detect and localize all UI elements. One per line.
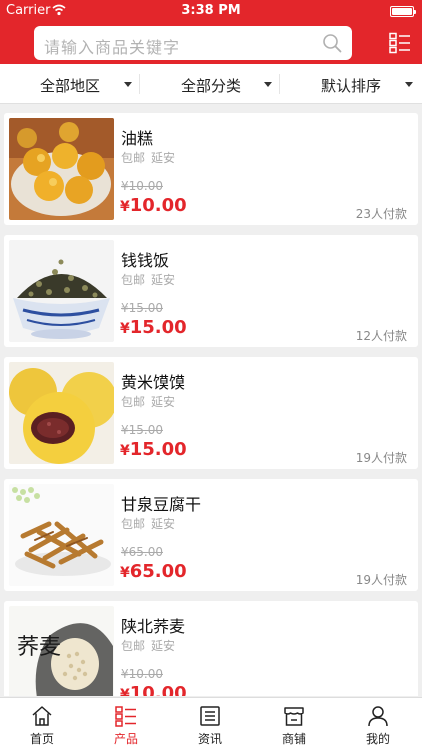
chevron-down-icon [124, 82, 132, 87]
search-icon[interactable] [322, 33, 342, 53]
product-card[interactable]: 黄米馍馍 包邮 延安 ¥15.00 ¥15.00 19人付款 [4, 357, 418, 469]
tab-products[interactable]: 产品 [84, 698, 168, 750]
news-icon [200, 706, 220, 726]
product-image [9, 118, 114, 220]
list-icon [115, 706, 136, 727]
user-icon [368, 706, 388, 727]
product-card[interactable]: 油糕 包邮 延安 ¥10.00 ¥10.00 23人付款 [4, 113, 418, 225]
price-value: 65.00 [129, 561, 187, 582]
original-price: ¥15.00 [121, 423, 163, 437]
tab-label: 商铺 [281, 732, 306, 746]
category-menu-icon[interactable] [389, 32, 411, 54]
status-bar: Carrier 3:38 PM [0, 0, 422, 22]
original-price: ¥15.00 [121, 301, 163, 315]
tag-shipping: 包邮 [121, 395, 146, 409]
image-calligraphy: 荞麦 [17, 635, 61, 660]
search-input[interactable]: 请输入商品关键字 [34, 26, 352, 60]
product-price: ¥65.00 [120, 561, 187, 582]
tab-home[interactable]: 首页 [0, 698, 84, 750]
product-image [9, 240, 114, 342]
tab-label: 资讯 [197, 732, 222, 746]
product-list[interactable]: 油糕 包邮 延安 ¥10.00 ¥10.00 23人付款 钱钱饭 包邮 延安 ¥… [0, 104, 422, 696]
search-placeholder: 请输入商品关键字 [44, 38, 181, 57]
product-name: 钱钱饭 [121, 251, 170, 270]
store-icon [284, 707, 304, 726]
price-value: 15.00 [129, 439, 187, 460]
tab-news[interactable]: 资讯 [168, 698, 252, 750]
currency-symbol: ¥ [120, 443, 130, 459]
price-value: 15.00 [129, 317, 187, 338]
tag-shipping: 包邮 [121, 517, 146, 531]
filter-category[interactable]: 全部分类 [140, 64, 280, 104]
chevron-down-icon [264, 82, 272, 87]
chevron-down-icon [405, 82, 413, 87]
product-image [9, 484, 114, 586]
filter-region-label: 全部地区 [40, 77, 101, 95]
product-name: 陕北荞麦 [121, 617, 186, 636]
original-price: ¥65.00 [121, 545, 163, 559]
product-image: 荞麦 [9, 606, 114, 696]
tag-shipping: 包邮 [121, 639, 146, 653]
filter-sort[interactable]: 默认排序 [280, 64, 422, 104]
filter-category-label: 全部分类 [181, 77, 242, 95]
product-price: ¥15.00 [120, 439, 187, 460]
product-name: 甘泉豆腐干 [121, 495, 202, 514]
currency-symbol: ¥ [120, 687, 130, 696]
battery-icon [390, 6, 416, 17]
sales-count: 23人付款 [355, 207, 407, 221]
tab-label: 产品 [113, 732, 138, 746]
tab-label: 我的 [365, 732, 390, 746]
product-tags: 包邮 延安 [121, 149, 175, 166]
tab-bar: 首页 产品 资讯 商铺 我的 [0, 697, 422, 750]
price-value: 10.00 [129, 683, 187, 696]
sales-count: 19人付款 [355, 573, 407, 587]
product-price: ¥10.00 [120, 683, 187, 696]
tag-location: 延安 [151, 639, 176, 653]
product-name: 黄米馍馍 [121, 373, 186, 392]
tab-profile[interactable]: 我的 [336, 698, 422, 750]
product-card[interactable]: 甘泉豆腐干 包邮 延安 ¥65.00 ¥65.00 19人付款 [4, 479, 418, 591]
currency-symbol: ¥ [120, 565, 130, 581]
product-tags: 包邮 延安 [121, 515, 175, 532]
product-name: 油糕 [121, 129, 154, 148]
filter-region[interactable]: 全部地区 [0, 64, 140, 104]
currency-symbol: ¥ [120, 321, 130, 337]
tag-shipping: 包邮 [121, 273, 146, 287]
product-card[interactable]: 荞麦 陕北荞麦 包邮 延安 ¥10.00 ¥10.00 [4, 601, 418, 696]
tab-stores[interactable]: 商铺 [252, 698, 336, 750]
tag-location: 延安 [151, 395, 176, 409]
filter-sort-label: 默认排序 [321, 77, 382, 95]
product-card[interactable]: 钱钱饭 包邮 延安 ¥15.00 ¥15.00 12人付款 [4, 235, 418, 347]
sales-count: 12人付款 [355, 329, 407, 343]
original-price: ¥10.00 [121, 667, 163, 681]
product-tags: 包邮 延安 [121, 637, 175, 654]
filter-bar: 全部地区 全部分类 默认排序 [0, 64, 422, 104]
tab-label: 首页 [29, 732, 54, 746]
clock: 3:38 PM [181, 3, 241, 18]
product-tags: 包邮 延安 [121, 393, 175, 410]
product-tags: 包邮 延安 [121, 271, 175, 288]
tag-location: 延安 [151, 273, 176, 287]
tag-location: 延安 [151, 151, 176, 165]
product-image [9, 362, 114, 464]
home-icon [32, 706, 52, 726]
tag-location: 延安 [151, 517, 176, 531]
header: 请输入商品关键字 [0, 22, 422, 64]
tag-shipping: 包邮 [121, 151, 146, 165]
currency-symbol: ¥ [120, 199, 130, 215]
price-value: 10.00 [129, 195, 187, 216]
product-price: ¥10.00 [120, 195, 187, 216]
product-price: ¥15.00 [120, 317, 187, 338]
original-price: ¥10.00 [121, 179, 163, 193]
sales-count: 19人付款 [355, 451, 407, 465]
